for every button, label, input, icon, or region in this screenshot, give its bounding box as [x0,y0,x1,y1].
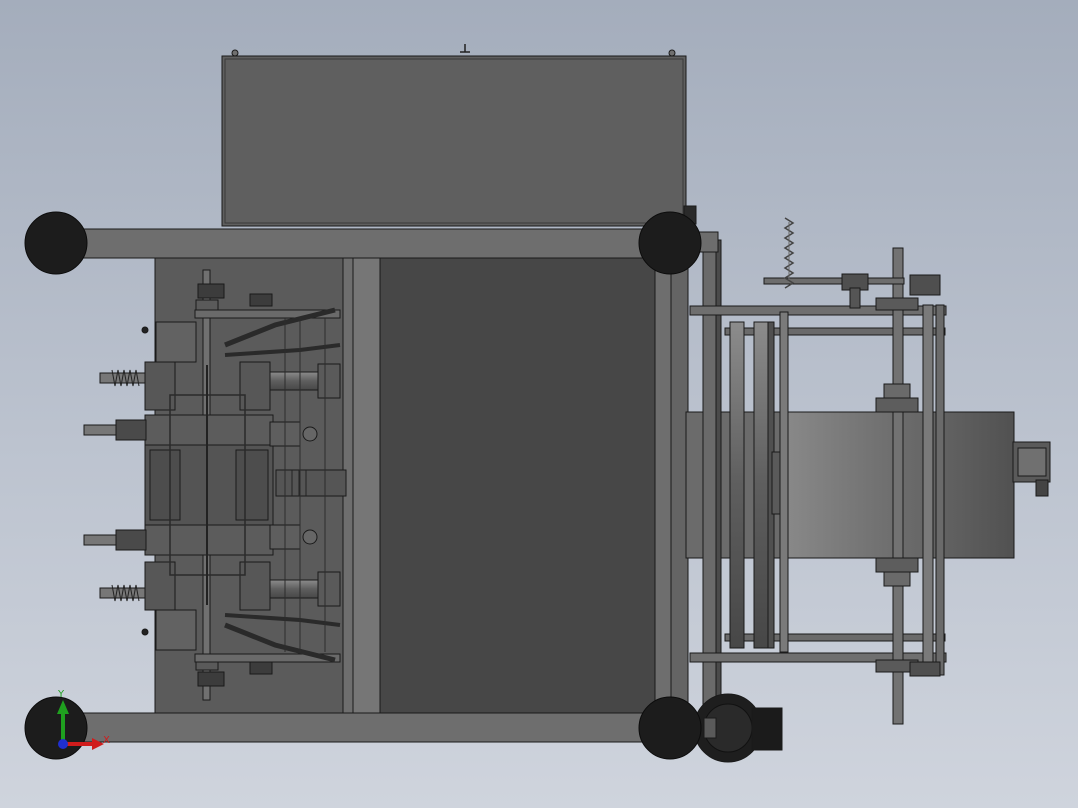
top-enclosure [221,44,697,227]
triad-y-axis: Y [57,689,69,744]
caster-bottom-right [638,696,702,760]
triad-x-axis: X [63,735,110,750]
x-axis-label: X [103,735,110,746]
triad-z-axis [58,739,68,749]
caster-top-right [638,211,702,275]
y-axis-label: Y [57,689,65,700]
cad-viewport[interactable] [0,0,1078,808]
coordinate-triad: Y X [57,689,110,750]
center-panel [379,257,656,714]
film-feeder-assembly [685,217,1051,763]
